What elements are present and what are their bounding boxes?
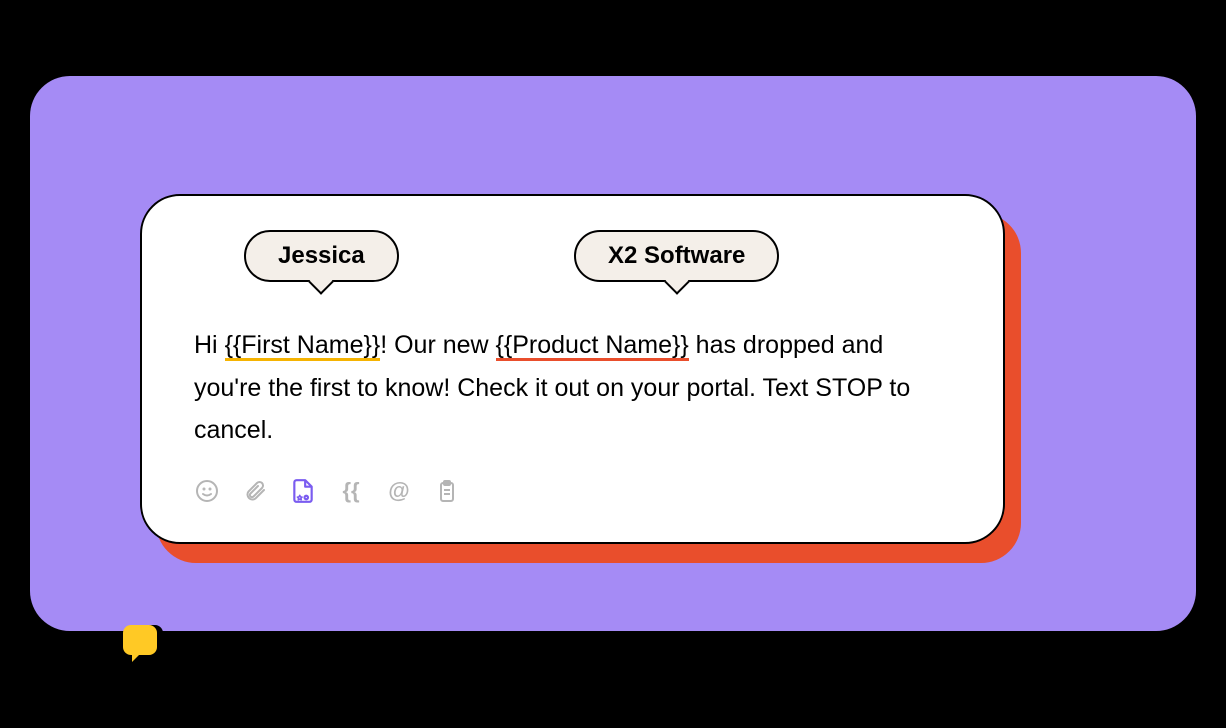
mention-button[interactable]: @ bbox=[386, 478, 412, 504]
insert-variable-button[interactable]: {{ bbox=[338, 478, 364, 504]
bubble-tail-icon bbox=[309, 269, 334, 294]
brand-logo: heymarket bbox=[123, 625, 293, 665]
stage: Jessica X2 Software Hi {{First Name}}! O… bbox=[0, 0, 1226, 728]
variable-preview-row: Jessica X2 Software bbox=[194, 230, 951, 328]
bubble-tail-icon bbox=[664, 269, 689, 294]
message-text-segment: ! Our new bbox=[380, 331, 495, 359]
template-file-icon bbox=[290, 478, 316, 504]
variable-preview-first-name: Jessica bbox=[244, 230, 399, 282]
brand-name: heymarket bbox=[173, 631, 293, 659]
clipboard-button[interactable] bbox=[434, 478, 460, 504]
emoji-button[interactable] bbox=[194, 478, 220, 504]
placeholder-product-name[interactable]: {{Product Name}} bbox=[496, 331, 689, 359]
variable-preview-label: Jessica bbox=[278, 242, 365, 269]
emoji-icon bbox=[195, 479, 219, 503]
message-editor-panel: Jessica X2 Software Hi {{First Name}}! O… bbox=[140, 194, 1005, 544]
message-text-segment: Hi bbox=[194, 331, 225, 359]
paperclip-icon bbox=[243, 479, 267, 503]
clipboard-icon bbox=[435, 479, 459, 503]
heymarket-logo-icon bbox=[123, 625, 163, 665]
message-textarea[interactable]: Hi {{First Name}}! Our new {{Product Nam… bbox=[194, 324, 951, 452]
attachment-button[interactable] bbox=[242, 478, 268, 504]
placeholder-first-name[interactable]: {{First Name}} bbox=[225, 331, 381, 359]
template-button[interactable] bbox=[290, 478, 316, 504]
editor-toolbar: {{ @ bbox=[194, 478, 951, 504]
variable-preview-product-name: X2 Software bbox=[574, 230, 779, 282]
variable-preview-label: X2 Software bbox=[608, 242, 745, 269]
promo-card: Jessica X2 Software Hi {{First Name}}! O… bbox=[30, 76, 1196, 631]
